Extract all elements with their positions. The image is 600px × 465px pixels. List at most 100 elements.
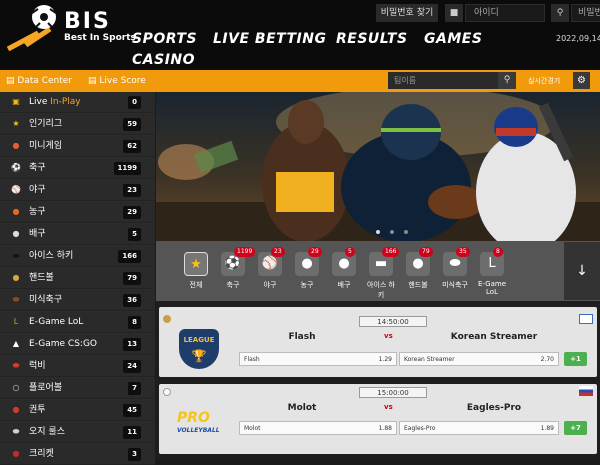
american-football-icon: ⬬ [12,295,20,304]
home-team-name: Molot [287,403,317,413]
sidebar-item-label: 핸드볼 [29,273,54,283]
sidebar-item[interactable]: ⚾ 야구 23 [0,180,155,201]
league-logo: LEAGUE 🏆 [179,329,219,369]
league-flag-icon [163,388,171,396]
sport-filter-label: E-Game LoL [477,280,507,296]
sidebar-item-label: 크리켓 [29,449,54,459]
sport-filter-label: 농구 [300,281,314,289]
match-card: 14:50:00 LEAGUE 🏆 Flash vs Korean Stream… [159,307,597,377]
country-flag-icon [579,386,593,396]
lol-icon: L [13,317,19,326]
home-odds-button[interactable]: Molot 1.88 [239,421,397,435]
sidebar-item[interactable]: ● 미니게임 62 [0,136,155,157]
search-icon[interactable]: ⚲ [498,72,516,89]
sport-filter-strip: ★ 전체 ⚽ 1199 축구 ⚾ 23 야구 ● 29 농구 ● 5 배구 ▬ 166 아이스 하키 ● 79 핸드볼… [156,241,600,301]
match-list: 14:50:00 LEAGUE 🏆 Flash vs Korean Stream… [156,301,600,459]
sport-filter-tab[interactable]: ● 5 배구 [327,247,361,290]
sidebar-item-label: 오지 룰스 [29,427,65,437]
sport-filter-tab[interactable]: ▬ 166 아이스 하키 [364,247,400,300]
home-odds-button[interactable]: Flash 1.29 [239,352,397,366]
vs-label: vs [384,332,393,340]
sidebar-item-count: 0 [128,96,141,109]
nav-live-betting[interactable]: LIVE BETTING [213,31,326,47]
sidebar-item-count: 11 [123,426,141,439]
sidebar-item[interactable]: ★ 인기리그 59 [0,114,155,135]
sidebar-item-count: 36 [123,294,141,307]
sidebar-item[interactable]: ▣ Live In-Play 0 [0,92,155,113]
rugby-icon: ⬬ [12,361,20,370]
sidebar-item[interactable]: ● 핸드볼 79 [0,268,155,289]
nav-games[interactable]: GAMES [424,31,482,47]
sidebar-item-label: 미식축구 [29,295,63,305]
away-team-name: Eagles-Pro [466,403,522,413]
sport-filter-tab[interactable]: ● 29 농구 [290,247,324,290]
sidebar-item-label: 배구 [29,229,46,239]
sport-filter-label: 야구 [263,281,277,289]
sport-filter-label: 전체 [189,281,203,289]
sidebar-item-label: E-Game LoL [29,317,84,327]
away-odds-button[interactable]: Korean Streamer 2.70 [399,352,559,366]
sidebar-item-label: 농구 [29,207,46,217]
sport-filter-tab[interactable]: L 8 E-Game LoL [475,247,509,296]
sidebar-item-label: 권투 [29,405,46,415]
home-team-name: Flash [288,332,316,342]
count-badge: 166 [382,247,400,257]
sport-filter-tab[interactable]: ⚽ 1199 축구 [216,247,256,290]
sidebar-item[interactable]: ⚽ 축구 1199 [0,158,155,179]
aussie-rules-icon: ⬬ [12,427,20,436]
sidebar-item-count: 79 [123,272,141,285]
sport-filter-tab[interactable]: ⚾ 23 야구 [253,247,287,290]
sidebar-item[interactable]: ⬬ 오지 룰스 11 [0,422,155,443]
live-score-tab[interactable]: ▤ Live Score [88,70,146,92]
scroll-down-arrow-icon[interactable]: ↓ [564,242,600,300]
sidebar-item[interactable]: ▬ 아이스 하키 166 [0,246,155,267]
nav-sports[interactable]: SPORTS [132,31,197,47]
data-center-tab[interactable]: ▤ Data Center [6,70,72,92]
team-search-input[interactable]: 팀이름 [388,72,498,89]
sidebar-item-count: 62 [123,140,141,153]
live-check-link[interactable]: 실시간경기 [528,70,560,92]
settings-gear-icon[interactable]: ⚙ [573,72,590,89]
handball-icon: ● [12,273,20,282]
count-badge: 5 [345,247,355,257]
sport-filter-tab[interactable]: ● 79 핸드볼 [401,247,435,290]
sidebar-item[interactable]: ○ 플로어볼 7 [0,378,155,399]
sidebar-item[interactable]: ⬬ 럭비 24 [0,356,155,377]
count-badge: 79 [419,247,433,257]
promo-banner[interactable] [156,92,600,241]
sidebar-item[interactable]: ▲ E-Game CS:GO 13 [0,334,155,355]
more-markets-button[interactable]: +1 [564,352,587,366]
hockey-puck-icon: ▬ [12,251,20,260]
away-odds-button[interactable]: Eagles-Pro 1.89 [399,421,559,435]
away-team-name: Korean Streamer [450,332,538,342]
more-markets-button[interactable]: +7 [564,421,587,435]
minigame-icon: ● [12,141,20,150]
sidebar-item-count: 8 [128,316,141,329]
sidebar-item-count: 5 [128,228,141,241]
sport-filter-label: 축구 [226,281,240,289]
find-password-button[interactable]: 비밀번호 찾기 [376,4,438,22]
match-card: 15:00:00 PRO VOLLEYBALL Molot vs Eagles-… [159,384,597,454]
date-text: 2022,09,14,수 [556,34,600,43]
user-id-input[interactable]: 아이디 [465,4,545,22]
sidebar-item[interactable]: L E-Game LoL 8 [0,312,155,333]
sport-filter-tab[interactable]: ★ 전체 [179,249,213,290]
sidebar-item[interactable]: ● 농구 29 [0,202,155,223]
vs-label: vs [384,403,393,411]
sidebar-item[interactable]: ● 권투 45 [0,400,155,421]
password-input[interactable]: 비밀번 [571,4,600,22]
sidebar-item[interactable]: ● 배구 5 [0,224,155,245]
sidebar-item[interactable]: ● 크리켓 3 [0,444,155,465]
sidebar-item-label: 미니게임 [29,141,63,151]
count-badge: 29 [308,247,322,257]
sidebar-item-label: 인기리그 [29,119,63,129]
sidebar-item[interactable]: ⬬ 미식축구 36 [0,290,155,311]
boxing-glove-icon: ● [12,405,20,414]
sidebar-item-count: 3 [128,448,141,461]
sidebar-item-count: 29 [123,206,141,219]
nav-casino[interactable]: CASINO [132,52,195,68]
sport-filter-tab[interactable]: ⬬ 35 미식축구 [438,247,472,290]
league-flag-icon [163,315,171,323]
nav-results[interactable]: RESULTS [336,31,408,47]
sport-filter-label: 아이스 하키 [367,281,395,299]
